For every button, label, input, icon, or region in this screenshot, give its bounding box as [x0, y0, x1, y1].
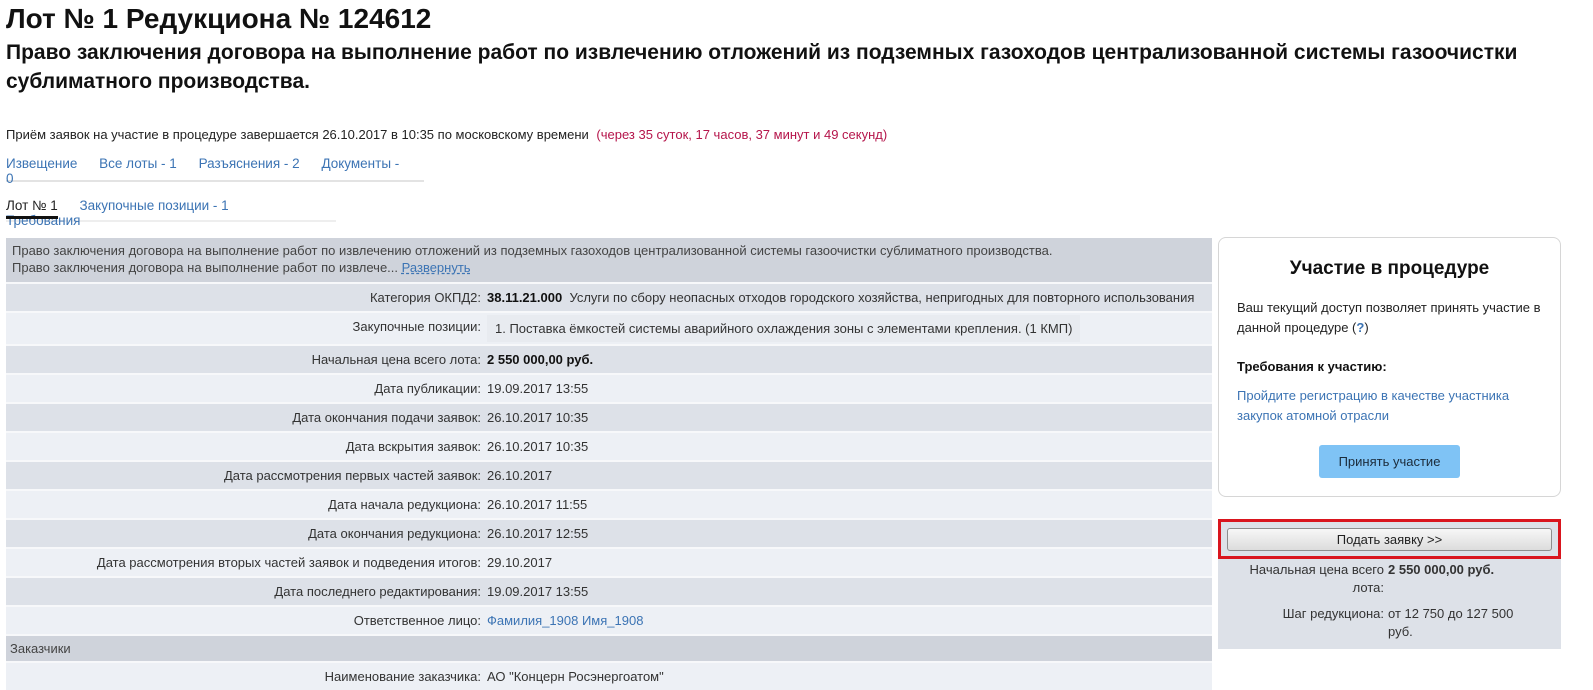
submit-application-button[interactable]: Подать заявку >> — [1227, 528, 1552, 551]
table-row: Дата рассмотрения вторых частей заявок и… — [6, 547, 1212, 576]
registration-link[interactable]: Пройдите регистрацию в качестве участник… — [1237, 386, 1547, 426]
customer-value: АО "Концерн Росэнергоатом" — [487, 669, 664, 684]
bid-step-value: от 12 750 до 127 500 руб. — [1388, 606, 1514, 639]
table-row: Дата окончания редукциона: 26.10.2017 12… — [6, 518, 1212, 547]
table-row: Дата публикации: 19.09.2017 13:55 — [6, 373, 1212, 402]
bid-price-label: Начальная цена всего лота: — [1249, 562, 1384, 595]
price-value: 2 550 000,00 руб. — [487, 352, 594, 367]
field-label: Дата публикации: — [374, 381, 481, 396]
lot-subtitle: Право заключения договора на выполнение … — [6, 41, 1518, 93]
responsible-person-link[interactable]: Фамилия_1908 Имя_1908 — [487, 613, 643, 628]
deadline-notice: Приём заявок на участие в процедуре заве… — [6, 127, 887, 142]
positions-value: 1. Поставка ёмкостей системы аварийного … — [487, 315, 1081, 342]
bid-step-label: Шаг редукциона: — [1282, 606, 1384, 621]
field-label: Дата рассмотрения первых частей заявок: — [223, 468, 481, 483]
okpd-text: Услуги по сбору неопасных отходов городс… — [569, 290, 1195, 305]
field-value: 19.09.2017 13:55 — [487, 381, 589, 396]
participation-title: Участие в процедуре — [1289, 258, 1490, 279]
field-label: Дата вскрытия заявок: — [345, 439, 481, 454]
tab-purchase-positions[interactable]: Закупочные позиции - 1 — [80, 198, 229, 213]
price-label: Начальная цена всего лота: — [311, 352, 481, 367]
row-positions: Закупочные позиции: 1. Поставка ёмкостей… — [6, 311, 1212, 344]
field-label: Дата окончания редукциона: — [308, 526, 481, 541]
table-row: Дата последнего редактирования: 19.09.20… — [6, 576, 1212, 605]
field-label: Дата последнего редактирования: — [274, 584, 481, 599]
page-title: Лот № 1 Редукциона № 124612 — [6, 3, 432, 34]
field-value: 19.09.2017 13:55 — [487, 584, 589, 599]
positions-label: Закупочные позиции: — [352, 319, 481, 334]
customers-section-header: Заказчики — [6, 634, 1212, 661]
table-row: Дата вскрытия заявок: 26.10.2017 10:35 — [6, 431, 1212, 460]
responsible-label: Ответственное лицо: — [353, 613, 481, 628]
okpd-value: 38.11.21.000 Услуги по сбору неопасных о… — [485, 284, 1212, 311]
access-text: Ваш текущий доступ позволяет принять уча… — [1237, 300, 1541, 335]
field-label: Дата окончания подачи заявок: — [292, 410, 481, 425]
bid-price-row: Начальная цена всего лота: 2 550 000,00 … — [1218, 561, 1538, 597]
field-value: 26.10.2017 12:55 — [487, 526, 589, 541]
lot-description: Право заключения договора на выполнение … — [6, 238, 1212, 282]
participation-card: Участие в процедуре Ваш текущий доступ п… — [1218, 237, 1561, 497]
join-procedure-button[interactable]: Принять участие — [1319, 445, 1460, 478]
field-value: 29.10.2017 — [487, 555, 553, 570]
row-responsible: Ответственное лицо: Фамилия_1908 Имя_190… — [6, 605, 1212, 634]
nav-clarifications[interactable]: Разъяснения - 2 — [199, 156, 300, 171]
bid-step-row: Шаг редукциона: от 12 750 до 127 500 руб… — [1218, 605, 1538, 641]
customer-label: Наименование заказчика: — [324, 669, 481, 684]
row-price: Начальная цена всего лота: 2 550 000,00 … — [6, 344, 1212, 373]
field-label: Дата начала редукциона: — [328, 497, 481, 512]
field-value: 26.10.2017 10:35 — [487, 439, 589, 454]
bid-price-value: 2 550 000,00 руб. — [1388, 562, 1495, 577]
table-row: Дата рассмотрения первых частей заявок: … — [6, 460, 1212, 489]
row-customer: Наименование заказчика: АО "Концерн Росэ… — [6, 661, 1212, 690]
bid-panel: Подать заявку >> Начальная цена всего ло… — [1218, 519, 1561, 649]
okpd-label: Категория ОКПД2: — [369, 290, 481, 305]
expand-link[interactable]: Развернуть — [402, 260, 471, 275]
field-value: 26.10.2017 11:55 — [487, 497, 588, 512]
field-label: Дата рассмотрения вторых частей заявок и… — [96, 555, 481, 570]
requirements-title: Требования к участию: — [1237, 359, 1387, 374]
okpd-code: 38.11.21.000 — [487, 290, 563, 305]
lot-details: Право заключения договора на выполнение … — [6, 238, 1212, 690]
tab-lot[interactable]: Лот № 1 — [6, 198, 58, 219]
description-line-2: Право заключения договора на выполнение … — [12, 260, 399, 275]
nav-all-lots[interactable]: Все лоты - 1 — [99, 156, 177, 171]
nav-notice[interactable]: Извещение — [6, 156, 77, 171]
table-row: Дата начала редукциона: 26.10.2017 11:55 — [6, 489, 1212, 518]
field-value: 26.10.2017 10:35 — [487, 410, 589, 425]
lot-tabs: Лот № 1 Закупочные позиции - 1 Требовани… — [6, 198, 336, 228]
description-line-1: Право заключения договора на выполнение … — [12, 243, 1053, 258]
deadline-countdown: (через 35 суток, 17 часов, 37 минут и 49… — [596, 127, 888, 142]
deadline-text: Приём заявок на участие в процедуре заве… — [6, 127, 589, 142]
table-row: Дата окончания подачи заявок: 26.10.2017… — [6, 402, 1212, 431]
submit-highlight: Подать заявку >> — [1218, 519, 1561, 559]
field-value: 26.10.2017 — [487, 468, 553, 483]
row-okpd: Категория ОКПД2: 38.11.21.000 Услуги по … — [6, 282, 1212, 311]
procedure-nav: Извещение Все лоты - 1 Разъяснения - 2 Д… — [6, 156, 424, 186]
